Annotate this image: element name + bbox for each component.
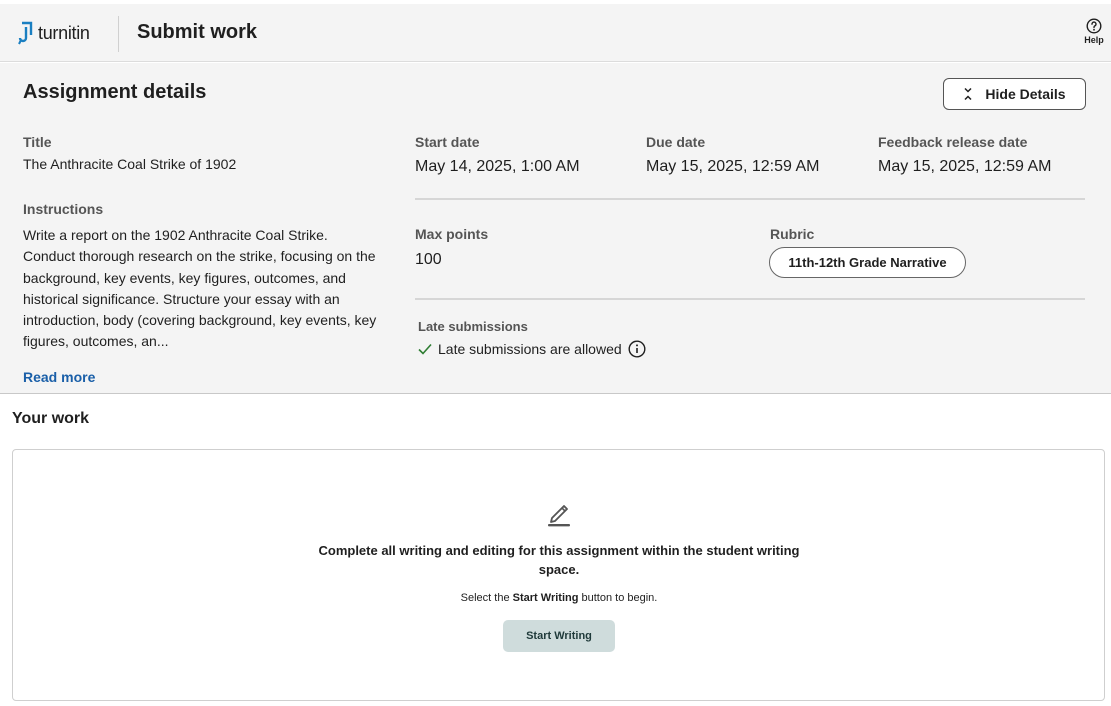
due-date-label: Due date <box>646 134 706 150</box>
late-submissions-value: Late submissions are allowed <box>438 341 622 357</box>
read-more-link[interactable]: Read more <box>23 369 95 385</box>
hint-bold: Start Writing <box>512 592 579 604</box>
hint-prefix: Select the <box>460 592 513 604</box>
assignment-details-panel: Assignment details Hide Details Title Th… <box>0 63 1111 394</box>
start-date-label: Start date <box>415 134 480 150</box>
start-writing-hint: Select the Start Writing button to begin… <box>309 592 809 604</box>
turnitin-logo-icon <box>18 21 33 45</box>
max-points-value: 100 <box>415 251 442 268</box>
check-icon <box>418 343 432 355</box>
header-divider <box>118 16 119 52</box>
help-label: Help <box>1084 35 1104 45</box>
assignment-details-heading: Assignment details <box>23 81 207 103</box>
pencil-icon <box>548 505 570 527</box>
late-submissions-label: Late submissions <box>418 319 528 334</box>
title-label: Title <box>23 134 52 150</box>
app-header: turnitin Submit work Help <box>0 4 1111 62</box>
hide-details-label: Hide Details <box>985 86 1066 102</box>
late-submissions-row: Late submissions are allowed <box>418 340 646 358</box>
feedback-release-value: May 15, 2025, 12:59 AM <box>878 158 1052 175</box>
writing-space-panel: Complete all writing and editing for thi… <box>12 449 1105 701</box>
rubric-label: Rubric <box>770 226 815 242</box>
page-title: Submit work <box>137 21 258 43</box>
turnitin-logo[interactable]: turnitin <box>18 20 90 46</box>
title-value: The Anthracite Coal Strike of 1902 <box>23 156 237 172</box>
hide-details-button[interactable]: Hide Details <box>943 78 1086 110</box>
due-date-value: May 15, 2025, 12:59 AM <box>646 158 820 175</box>
rubric-pill[interactable]: 11th-12th Grade Narrative <box>769 247 966 278</box>
details-divider <box>415 198 1085 200</box>
hint-suffix: button to begin. <box>578 592 658 604</box>
info-icon[interactable] <box>628 340 646 358</box>
instructions-text: Write a report on the 1902 Anthracite Co… <box>23 227 377 350</box>
max-points-label: Max points <box>415 226 489 242</box>
logo-text: turnitin <box>38 22 90 43</box>
collapse-icon <box>964 87 972 101</box>
writing-space-message: Complete all writing and editing for thi… <box>318 543 800 577</box>
help-icon <box>1086 18 1102 34</box>
help-button[interactable]: Help <box>1082 18 1106 45</box>
start-writing-button[interactable]: Start Writing <box>503 620 615 652</box>
your-work-heading: Your work <box>12 410 90 427</box>
instructions-label: Instructions <box>23 201 104 217</box>
feedback-release-label: Feedback release date <box>878 134 1028 150</box>
start-date-value: May 14, 2025, 1:00 AM <box>415 158 580 175</box>
details-divider <box>415 298 1085 300</box>
